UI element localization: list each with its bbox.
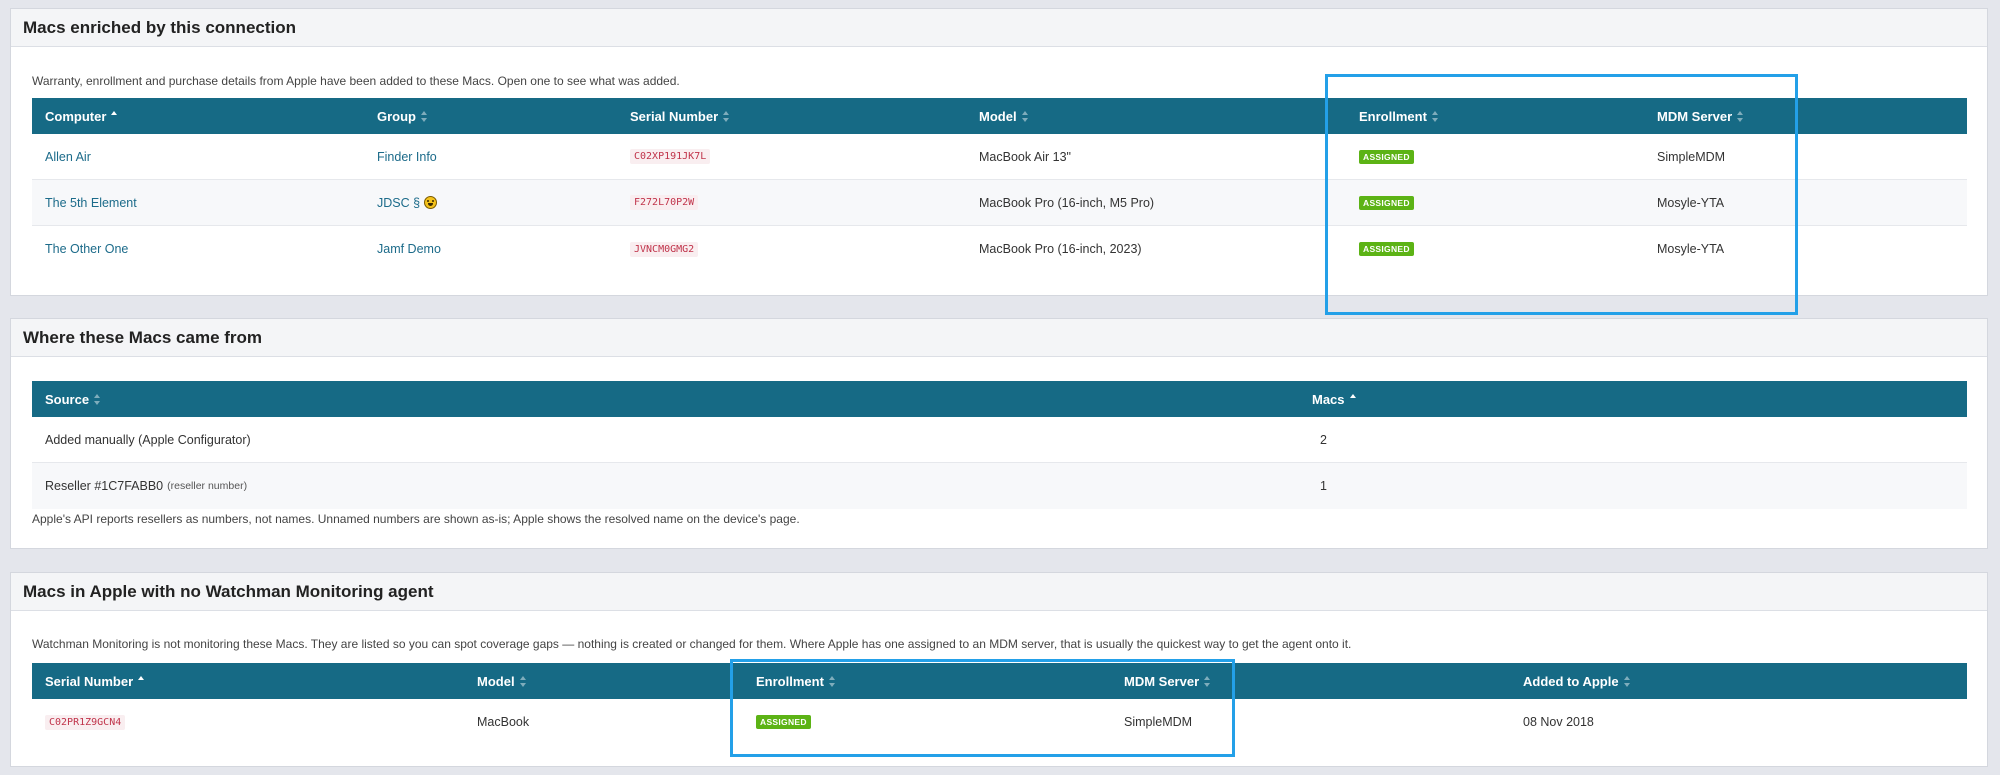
sort-icon <box>1737 110 1744 122</box>
unmonitored-table-header: Serial Number Model Enrollment MDM Serve… <box>32 663 1967 699</box>
column-group[interactable]: Group <box>377 98 428 134</box>
unmonitored-description: Watchman Monitoring is not monitoring th… <box>32 637 1352 651</box>
enrollment-badge: ASSIGNED <box>756 715 811 729</box>
column-mdm-server[interactable]: MDM Server <box>1657 98 1744 134</box>
sort-icon <box>828 675 836 687</box>
column-enrollment[interactable]: Enrollment <box>756 663 836 699</box>
serial-number: F272L70P2W <box>630 195 699 210</box>
mdm-server-text: SimpleMDM <box>1124 715 1193 729</box>
sort-icon <box>1021 110 1029 122</box>
smiley-emoji-icon <box>424 196 438 209</box>
column-serial-number[interactable]: Serial Number <box>45 663 145 699</box>
table-row: The 5th Element JDSC § F272L70P2W MacBoo… <box>32 180 1967 226</box>
sort-icon <box>1623 675 1631 687</box>
sources-title: Where these Macs came from <box>23 327 263 347</box>
column-source[interactable]: Source <box>45 381 101 417</box>
computer-link[interactable]: The Other One <box>45 242 128 256</box>
enriched-macs-header: Macs enriched by this connection <box>11 9 1987 47</box>
sort-icon <box>519 675 527 687</box>
enrollment-badge: ASSIGNED <box>1359 149 1414 164</box>
column-enrollment[interactable]: Enrollment <box>1359 98 1439 134</box>
sort-icon <box>1204 675 1211 687</box>
mdm-server-text: SimpleMDM <box>1657 149 1726 164</box>
sources-footnote: Apple's API reports resellers as numbers… <box>32 512 800 526</box>
model-text: MacBook Pro (16-inch, 2023) <box>979 242 1142 256</box>
sort-icon <box>723 110 730 122</box>
model-text: MacBook Pro (16-inch, M5 Pro) <box>979 195 1155 210</box>
column-serial-number[interactable]: Serial Number <box>630 98 730 134</box>
sources-table-header: Source Macs <box>32 381 1967 417</box>
serial-number: C02XP191JK7L <box>630 149 711 164</box>
sort-asc-icon <box>111 110 118 122</box>
sort-icon <box>1431 110 1439 122</box>
serial-number: JVNCM0GMG2 <box>630 241 699 257</box>
sort-asc-icon <box>138 675 145 687</box>
serial-number: C02PR1Z9GCN4 <box>45 714 126 730</box>
enrollment-badge: ASSIGNED <box>1359 195 1414 210</box>
source-text: Added manually (Apple Configurator) <box>45 432 251 447</box>
sort-asc-icon <box>1349 393 1357 405</box>
enrollment-badge: ASSIGNED <box>1359 242 1414 256</box>
unmonitored-header: Macs in Apple with no Watchman Monitorin… <box>11 573 1987 611</box>
source-text: Reseller #1C7FABB0 <box>45 479 164 493</box>
column-model[interactable]: Model <box>477 663 527 699</box>
sort-icon <box>94 393 101 405</box>
macs-count: 1 <box>1320 479 1327 493</box>
sort-icon <box>421 110 428 122</box>
column-macs[interactable]: Macs <box>1312 381 1357 417</box>
table-row: C02PR1Z9GCN4 MacBook ASSIGNED SimpleMDM … <box>32 699 1967 745</box>
group-link[interactable]: JDSC § <box>377 196 420 210</box>
column-computer[interactable]: Computer <box>45 98 118 134</box>
model-text: MacBook <box>477 715 530 729</box>
table-row: The Other One Jamf Demo JVNCM0GMG2 MacBo… <box>32 226 1967 272</box>
column-mdm-server[interactable]: MDM Server <box>1124 663 1211 699</box>
mdm-server-text: Mosyle-YTA <box>1657 195 1725 210</box>
computer-link[interactable]: The 5th Element <box>45 196 137 210</box>
table-row: Added manually (Apple Configurator) 2 <box>32 417 1967 463</box>
unmonitored-panel: Macs in Apple with no Watchman Monitorin… <box>10 572 1988 767</box>
column-model[interactable]: Model <box>979 98 1029 134</box>
unmonitored-title: Macs in Apple with no Watchman Monitorin… <box>23 581 434 601</box>
enriched-macs-panel: Macs enriched by this connection Warrant… <box>10 8 1988 296</box>
mdm-server-text: Mosyle-YTA <box>1657 242 1725 256</box>
table-row: Reseller #1C7FABB0 (reseller number) 1 <box>32 463 1967 509</box>
enriched-macs-title: Macs enriched by this connection <box>23 17 297 37</box>
sources-panel: Where these Macs came from Source Macs A… <box>10 318 1988 549</box>
macs-count: 2 <box>1320 432 1327 447</box>
sources-header: Where these Macs came from <box>11 319 1987 357</box>
group-link[interactable]: Finder Info <box>377 150 437 164</box>
reseller-note: (reseller number) <box>167 480 248 492</box>
enriched-table-header: Computer Group Serial Number Model Enrol… <box>32 98 1967 134</box>
enriched-macs-description: Warranty, enrollment and purchase detail… <box>32 74 680 88</box>
added-date: 08 Nov 2018 <box>1523 715 1594 729</box>
model-text: MacBook Air 13" <box>979 149 1071 164</box>
table-row: Allen Air Finder Info C02XP191JK7L MacBo… <box>32 134 1967 180</box>
column-added-to-apple[interactable]: Added to Apple <box>1523 663 1631 699</box>
group-link[interactable]: Jamf Demo <box>377 242 441 256</box>
computer-link[interactable]: Allen Air <box>45 150 91 164</box>
